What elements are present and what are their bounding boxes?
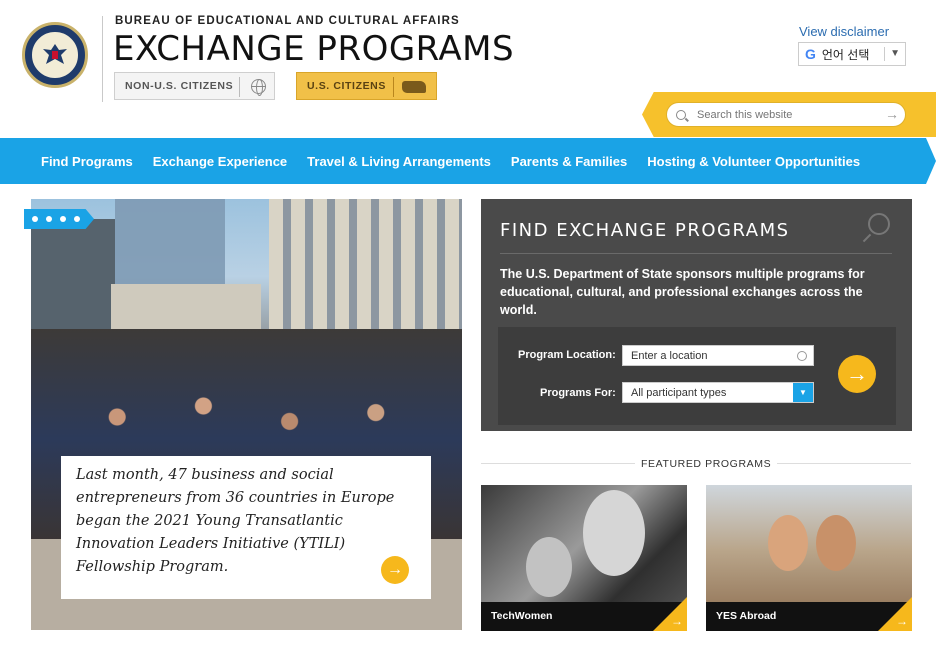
language-select-label: 언어 선택 xyxy=(821,47,870,62)
globe-icon xyxy=(251,79,266,96)
department-seal-logo[interactable] xyxy=(22,22,88,88)
find-programs-description: The U.S. Department of State sponsors mu… xyxy=(500,267,865,317)
bureau-name: BUREAU OF EDUCATIONAL AND CULTURAL AFFAI… xyxy=(115,15,460,27)
arrow-right-icon: → xyxy=(671,614,683,628)
hero-caption-arrow-button[interactable]: → xyxy=(381,556,409,584)
programs-for-value: All participant types xyxy=(631,387,727,399)
hero-caption-text: Last month, 47 business and social entre… xyxy=(76,467,395,575)
button-separator xyxy=(393,77,394,97)
featured-card-techwomen[interactable]: TechWomen → xyxy=(481,485,687,631)
program-location-input[interactable]: Enter a location xyxy=(622,345,814,366)
us-map-icon xyxy=(402,81,426,93)
search-icon xyxy=(676,109,686,120)
hero-caption: Last month, 47 business and social entre… xyxy=(61,456,431,599)
slide-dot[interactable] xyxy=(46,216,52,222)
us-citizens-label: U.S. CITIZENS xyxy=(307,80,386,92)
programs-for-select[interactable]: All participant types ▼ xyxy=(622,382,814,403)
slide-dot[interactable] xyxy=(32,216,38,222)
search-icon xyxy=(868,213,890,235)
page: BUREAU OF EDUCATIONAL AND CULTURAL AFFAI… xyxy=(0,0,936,652)
non-us-citizens-label: NON-U.S. CITIZENS xyxy=(125,80,234,92)
find-programs-title: FIND EXCHANGE PROGRAMS xyxy=(500,220,790,241)
google-icon: G xyxy=(805,46,816,62)
search-input[interactable] xyxy=(697,108,877,121)
find-programs-panel: FIND EXCHANGE PROGRAMS The U.S. Departme… xyxy=(481,199,912,431)
featured-card-label: YES Abroad xyxy=(716,610,777,622)
language-select[interactable]: G 언어 선택 ▼ xyxy=(798,42,906,66)
program-location-label: Program Location: xyxy=(518,349,616,361)
slider-dots[interactable] xyxy=(24,209,94,229)
slide-dot[interactable] xyxy=(74,216,80,222)
site-title[interactable]: EXCHANGE PROGRAMS xyxy=(113,29,514,69)
eagle-icon xyxy=(43,44,67,64)
panel-divider xyxy=(500,253,892,254)
chevron-down-icon: ▼ xyxy=(884,47,900,61)
nav-item-find-programs[interactable]: Find Programs xyxy=(41,154,133,169)
featured-card-label: TechWomen xyxy=(491,610,553,622)
featured-programs-heading: FEATURED PROGRAMS xyxy=(635,458,778,470)
find-programs-form: Program Location: Enter a location Progr… xyxy=(498,327,896,425)
program-location-placeholder: Enter a location xyxy=(631,350,708,362)
featured-card-yes-abroad[interactable]: YES Abroad → xyxy=(706,485,912,631)
nav-arrow-tip xyxy=(916,138,936,184)
main-nav: Find Programs Exchange Experience Travel… xyxy=(0,138,916,184)
slide-dot[interactable] xyxy=(60,216,66,222)
arrow-right-icon: → xyxy=(896,614,908,628)
search-submit-arrow-icon[interactable]: → xyxy=(885,106,899,122)
non-us-citizens-button[interactable]: NON-U.S. CITIZENS xyxy=(114,72,275,100)
find-programs-submit-button[interactable]: → xyxy=(838,355,876,393)
nav-item-travel-living[interactable]: Travel & Living Arrangements xyxy=(307,154,491,169)
button-separator xyxy=(239,77,240,97)
us-citizens-button[interactable]: U.S. CITIZENS xyxy=(296,72,437,100)
nav-item-exchange-experience[interactable]: Exchange Experience xyxy=(153,154,287,169)
nav-item-hosting-volunteer[interactable]: Hosting & Volunteer Opportunities xyxy=(647,154,860,169)
location-ring-icon xyxy=(797,351,807,361)
chevron-down-icon: ▼ xyxy=(793,383,813,402)
programs-for-label: Programs For: xyxy=(540,387,616,399)
nav-item-parents-families[interactable]: Parents & Families xyxy=(511,154,627,169)
header-divider xyxy=(102,16,103,102)
view-disclaimer-link[interactable]: View disclaimer xyxy=(799,24,889,39)
search-box: → xyxy=(666,102,906,127)
